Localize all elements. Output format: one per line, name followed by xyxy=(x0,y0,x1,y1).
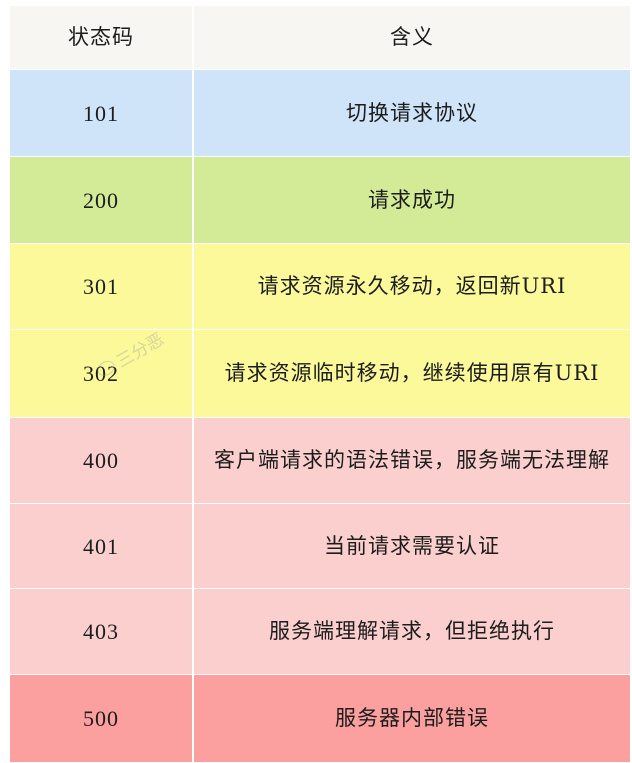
status-code-cell: 401 xyxy=(10,504,194,588)
status-code-cell: 400 xyxy=(10,418,194,503)
status-code-cell: 302 xyxy=(10,330,194,417)
table-row-400: 400 客户端请求的语法错误，服务端无法理解 xyxy=(10,418,630,504)
status-code-cell: 200 xyxy=(10,157,194,243)
status-code-table: 状态码 含义 101 切换请求协议 200 请求成功 301 请求资源永久移动，… xyxy=(10,6,630,763)
table-row-200: 200 请求成功 xyxy=(10,157,630,244)
table-row-401: 401 当前请求需要认证 xyxy=(10,504,630,589)
table-row-101: 101 切换请求协议 xyxy=(10,70,630,157)
status-code-cell: 301 xyxy=(10,244,194,329)
table-row-302: 302 请求资源临时移动，继续使用原有URI xyxy=(10,330,630,418)
table-row-500: 500 服务器内部错误 xyxy=(10,675,630,763)
table-row-301: 301 请求资源永久移动，返回新URI xyxy=(10,244,630,330)
meaning-cell: 切换请求协议 xyxy=(346,100,478,125)
status-code-cell: 403 xyxy=(10,589,194,674)
meaning-cell: 请求资源临时移动，继续使用原有URI xyxy=(224,361,600,385)
table-row-403: 403 服务端理解请求，但拒绝执行 xyxy=(10,589,630,675)
meaning-cell: 请求资源永久移动，返回新URI xyxy=(257,274,567,298)
status-code-cell: 101 xyxy=(10,70,194,156)
meaning-cell: 客户端请求的语法错误，服务端无法理解 xyxy=(214,448,610,472)
meaning-cell: 服务端理解请求，但拒绝执行 xyxy=(269,619,555,643)
meaning-cell: 请求成功 xyxy=(368,187,456,212)
meaning-cell: 服务器内部错误 xyxy=(335,706,489,730)
header-status-code: 状态码 xyxy=(10,6,194,69)
header-meaning: 含义 xyxy=(390,25,434,49)
table-header-row: 状态码 含义 xyxy=(10,6,630,70)
status-code-cell: 500 xyxy=(10,675,194,762)
meaning-cell: 当前请求需要认证 xyxy=(324,533,500,558)
